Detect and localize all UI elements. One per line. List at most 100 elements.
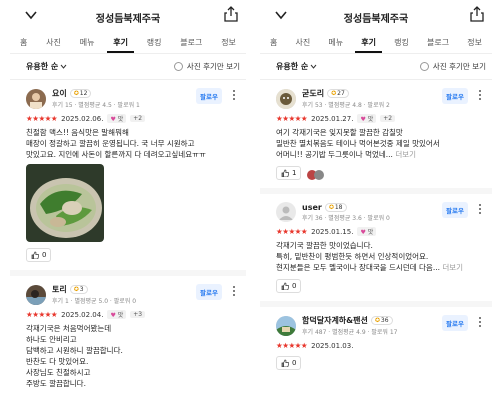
panel-divider [249, 0, 251, 400]
reviewer-name[interactable]: 함덕달자계하&팬션 [302, 315, 368, 326]
sort-label: 유용한 순 [276, 62, 309, 71]
tab-info[interactable]: 정보 [461, 32, 488, 53]
reviewer-name[interactable]: 요이 [52, 88, 67, 99]
review-item: 요이 ✪ 12 후기 15 · 별점평균 4.5 · 팔로워 1 팔로우 ★★★★… [10, 80, 246, 276]
level-badge: ✪ 12 [69, 89, 92, 98]
review-item: user ✪ 18 후기 36 · 별점평균 3.6 · 팔로워 0 팔로우 ★★… [260, 194, 492, 307]
tab-menu[interactable]: 메뉴 [322, 32, 349, 53]
medal-icon: ✪ [73, 90, 79, 97]
review-text: 각재기국은 처음먹어봤는데 하나도 안비리고 담백하고 시원하니 깔끔합니다. … [26, 324, 123, 388]
sort-dropdown[interactable]: 유용한 순 [276, 61, 317, 72]
star-rating: ★★★★★ [276, 341, 308, 350]
tab-reviews[interactable]: 후기 [107, 32, 134, 53]
tab-reviews[interactable]: 후기 [355, 32, 382, 53]
heart-icon: ♥ [360, 116, 366, 123]
reviewer-meta: 후기 1 · 별점평균 5.0 · 팔로워 0 [52, 298, 137, 305]
screenshot: 정성듬북제주국 홈 사진 메뉴 후기 랭킹 블로그 정보 유용한 순 사진 후기… [0, 0, 500, 400]
review-date: 2025.01.27. [311, 114, 354, 123]
tab-photos[interactable]: 사진 [40, 32, 67, 53]
more-options-icon[interactable] [232, 285, 236, 297]
sort-dropdown[interactable]: 유용한 순 [26, 61, 67, 72]
avatar[interactable] [276, 315, 296, 336]
follow-button[interactable]: 팔로우 [196, 88, 222, 104]
star-rating: ★★★★★ [276, 227, 308, 236]
review-text: 각재기국 깔끔한 맛이었습니다. 특히, 밑반찬이 평범한듯 하면서 인상적이었… [276, 241, 464, 272]
medal-icon: ✪ [73, 286, 79, 293]
medal-icon: ✪ [328, 203, 334, 211]
tab-home[interactable]: 홈 [14, 32, 33, 53]
photo-only-toggle[interactable]: 사진 후기만 보기 [419, 61, 486, 72]
tab-ranking[interactable]: 랭킹 [141, 32, 168, 53]
avatar[interactable] [276, 202, 296, 222]
review-date: 2025.02.04. [61, 310, 104, 319]
tab-bar: 홈 사진 메뉴 후기 랭킹 블로그 정보 [260, 32, 492, 54]
share-icon[interactable] [224, 6, 238, 22]
photo-only-toggle[interactable]: 사진 후기만 보기 [173, 61, 240, 72]
heart-icon: ♥ [360, 229, 366, 236]
reviewer-meta: 후기 487 · 별점평균 4.9 · 팔로워 17 [302, 329, 398, 336]
review-item: 토리 ✪ 3 후기 1 · 별점평균 5.0 · 팔로워 0 팔로우 ★★★★★ … [10, 276, 246, 397]
review-text: 여기 각재기국은 잊지못할 깔끔한 감칠맛 밀반찬 멸치볶음도 테이나 먹어본것… [276, 128, 440, 159]
tab-blog[interactable]: 블로그 [174, 32, 208, 53]
reaction-avatars[interactable] [307, 170, 325, 180]
sort-label: 유용한 순 [26, 62, 59, 71]
review-item: 굳도리 ✪ 27 후기 53 · 별점평균 4.8 · 팔로워 2 팔로우 ★★★… [260, 80, 492, 194]
like-button[interactable]: 1 [276, 166, 302, 180]
reviewer-name[interactable]: 토리 [52, 284, 67, 295]
medal-icon: ✪ [331, 90, 337, 97]
thumbs-up-icon [281, 359, 289, 367]
reviewer-meta: 후기 36 · 별점평균 3.6 · 팔로워 0 [302, 214, 390, 222]
tab-home[interactable]: 홈 [264, 32, 283, 53]
more-options-icon[interactable] [232, 89, 236, 101]
taste-tag: ♥ 맛 [357, 227, 377, 236]
like-button[interactable]: 0 [26, 248, 52, 262]
taste-tag: ♥ 맛 [357, 114, 377, 123]
reviewer-name[interactable]: user [302, 203, 322, 212]
follow-button[interactable]: 팔로우 [442, 88, 468, 104]
chevron-down-icon [310, 64, 317, 69]
like-count: 0 [292, 282, 297, 290]
like-count: 0 [42, 251, 47, 259]
tab-photos[interactable]: 사진 [290, 32, 317, 53]
tab-info[interactable]: 정보 [215, 32, 242, 53]
like-count: 0 [292, 359, 297, 367]
read-more-link[interactable]: 더보기 [395, 150, 416, 159]
page-title: 정성듬북제주국 [343, 14, 409, 25]
photo-only-label: 사진 후기만 보기 [186, 62, 240, 71]
level-badge: ✪ 18 [324, 202, 347, 212]
more-options-icon[interactable] [478, 316, 482, 328]
more-tags[interactable]: +2 [380, 115, 396, 122]
follow-button[interactable]: 팔로우 [442, 315, 468, 331]
avatar[interactable] [26, 88, 46, 109]
heart-icon: ♥ [110, 116, 116, 123]
share-icon[interactable] [470, 6, 484, 22]
sort-bar: 유용한 순 사진 후기만 보기 [260, 54, 492, 80]
review-photo[interactable] [26, 164, 104, 242]
reviewer-meta: 후기 53 · 별점평균 4.8 · 팔로워 2 [302, 102, 390, 109]
more-options-icon[interactable] [478, 89, 482, 101]
follow-button[interactable]: 팔로우 [442, 202, 468, 218]
level-badge: ✪ 27 [327, 89, 349, 98]
medal-icon: ✪ [374, 317, 380, 324]
tab-ranking[interactable]: 랭킹 [388, 32, 415, 53]
avatar[interactable] [26, 284, 46, 305]
more-tags[interactable]: +2 [130, 115, 146, 122]
more-options-icon[interactable] [478, 203, 482, 215]
more-tags[interactable]: +3 [130, 311, 146, 318]
like-button[interactable]: 0 [276, 279, 302, 293]
level-badge: ✪ 3 [69, 285, 88, 294]
right-panel: 정성듬북제주국 홈 사진 메뉴 후기 랭킹 블로그 정보 유용한 순 사진 후기… [260, 0, 492, 400]
radio-icon [419, 62, 429, 71]
left-panel: 정성듬북제주국 홈 사진 메뉴 후기 랭킹 블로그 정보 유용한 순 사진 후기… [10, 0, 246, 400]
thumbs-up-icon [281, 282, 289, 290]
avatar[interactable] [276, 88, 296, 109]
reviewer-name[interactable]: 굳도리 [302, 88, 324, 99]
review-date: 2025.01.15. [311, 227, 354, 236]
tab-menu[interactable]: 메뉴 [74, 32, 101, 53]
taste-tag: ♥ 맛 [107, 114, 127, 123]
follow-button[interactable]: 팔로우 [196, 284, 222, 300]
like-button[interactable]: 0 [276, 356, 302, 370]
star-rating: ★★★★★ [26, 114, 58, 123]
tab-blog[interactable]: 블로그 [421, 32, 455, 53]
read-more-link[interactable]: 더보기 [442, 263, 463, 272]
